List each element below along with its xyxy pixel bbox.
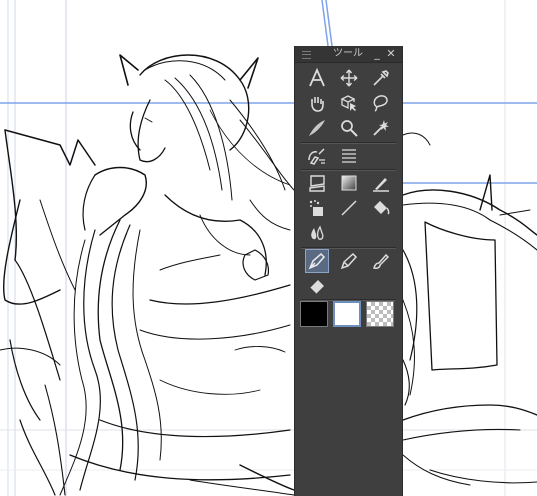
object-tool[interactable] <box>337 91 361 115</box>
minimize-button[interactable]: _ <box>371 47 383 61</box>
object-cube-icon <box>340 95 356 111</box>
eyedropper-tool[interactable] <box>369 66 393 90</box>
pen-tool[interactable] <box>305 249 329 273</box>
sub-color-swatch[interactable] <box>333 301 361 327</box>
lasso-tool[interactable] <box>369 91 393 115</box>
eraser-tool[interactable] <box>305 274 329 298</box>
magnifier-icon <box>341 120 358 137</box>
ruler-icon <box>309 120 325 136</box>
text-icon <box>309 68 325 87</box>
gradient-icon <box>341 175 357 191</box>
blend-tool[interactable] <box>305 221 329 245</box>
figure-tool[interactable] <box>337 196 361 220</box>
correct-line-tool[interactable] <box>369 171 393 195</box>
palette-titlebar[interactable]: ツール _ ✕ <box>295 46 402 63</box>
frame-tool[interactable] <box>305 171 329 195</box>
correct-line-icon <box>373 178 389 192</box>
drawing-canvas[interactable] <box>0 0 537 496</box>
frame-border-icon <box>309 175 325 192</box>
bucket-fill-icon <box>374 201 390 215</box>
pen-nib-icon <box>308 252 326 270</box>
pencil-tool[interactable] <box>337 249 361 273</box>
menu-grip-icon[interactable] <box>302 51 311 59</box>
decoration-tool[interactable] <box>305 196 329 220</box>
main-color-swatch[interactable] <box>300 301 328 327</box>
lasso-icon <box>373 95 388 112</box>
brush-icon <box>373 253 390 269</box>
pencil-icon <box>340 252 358 270</box>
speech-pen-icon <box>308 148 325 165</box>
brush-tool[interactable] <box>369 249 393 273</box>
close-button[interactable]: ✕ <box>385 47 397 61</box>
magic-wand-icon <box>373 120 389 136</box>
ruler-tool[interactable] <box>305 116 329 140</box>
move-arrows-icon <box>340 69 358 87</box>
palette-title: ツール <box>333 48 363 59</box>
gradient-tool[interactable] <box>337 171 361 195</box>
transparent-color-swatch[interactable] <box>366 301 394 327</box>
zoom-tool[interactable] <box>337 116 361 140</box>
auto-select-tool[interactable] <box>369 116 393 140</box>
eyedropper-icon <box>373 70 389 86</box>
hand-icon <box>311 97 324 112</box>
fill-tool[interactable] <box>369 196 393 220</box>
hand-tool[interactable] <box>305 91 329 115</box>
text-tool[interactable] <box>305 66 329 90</box>
blend-drops-icon <box>311 225 324 240</box>
move-tool[interactable] <box>337 66 361 90</box>
decoration-icon <box>309 200 323 216</box>
speed-lines-tool[interactable] <box>337 144 361 168</box>
parallel-lines-icon <box>342 149 356 163</box>
tool-palette: ツール _ ✕ <box>294 46 403 496</box>
balloon-tool[interactable] <box>305 144 329 168</box>
line-figure-icon <box>341 200 357 216</box>
eraser-icon <box>309 280 324 295</box>
